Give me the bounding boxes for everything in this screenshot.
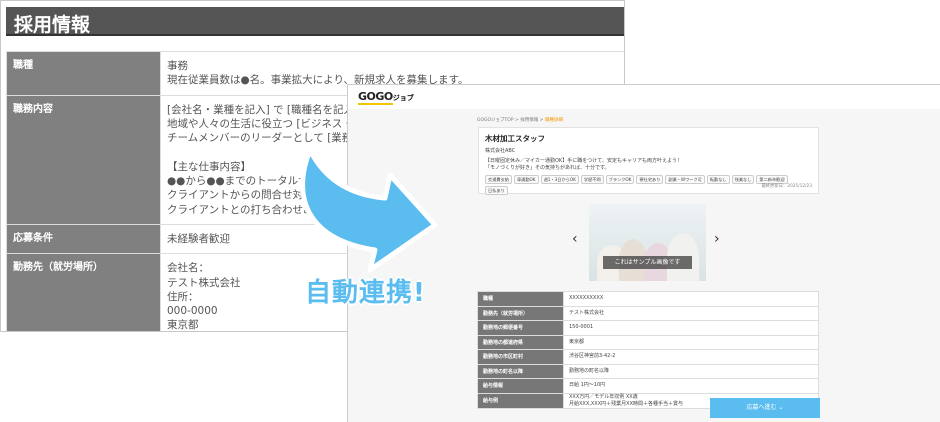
- job-tag: 交通費支給: [485, 175, 512, 184]
- row-label: 職種: [6, 51, 161, 96]
- job-title: 木材加工スタッフ: [485, 134, 545, 143]
- row-value: 150-0001: [563, 320, 819, 336]
- breadcrumb: GOGOジョブTOP > 採用情報 > 職種詳細: [477, 118, 563, 123]
- job-tag: 週1・3日からOK: [540, 175, 579, 184]
- apply-button[interactable]: 応募へ進む ⌄: [710, 398, 820, 418]
- photo-caption: これはサンプル画像です: [603, 256, 692, 269]
- row-value: 勤務地の町名以降: [563, 363, 819, 379]
- prev-image-button[interactable]: ‹: [572, 231, 578, 247]
- row-value: テスト株式会社: [563, 305, 819, 321]
- row-label: 勤務地の都道府県: [477, 334, 564, 350]
- company-name: 株式会社ABC: [485, 148, 516, 154]
- job-photo: これはサンプル画像です: [589, 204, 706, 281]
- row-label: 職種: [477, 291, 564, 307]
- crumb-top[interactable]: GOGOジョブTOP: [477, 118, 514, 123]
- job-tag: 残業なし: [731, 175, 755, 184]
- crumb-current: 職種詳細: [544, 118, 563, 123]
- job-description: 【日曜固定休み／マイカー通勤OK】手に職をつけて、安定もキャリアも両方叶えよう！…: [485, 158, 682, 171]
- updated-date: 最終更新日：2025/12/23: [761, 184, 812, 189]
- job-tag: 学歴不問: [580, 175, 604, 184]
- job-tag: 日払あり: [485, 186, 508, 195]
- row-label: 職務内容: [6, 94, 161, 225]
- logo-suffix: ジョブ: [392, 94, 414, 102]
- row-value: XXXXXXXXXX: [563, 291, 819, 307]
- row-value: 東京都: [563, 334, 819, 350]
- job-card: 木材加工スタッフ 株式会社ABC 【日曜固定休み／マイカー通勤OK】手に職をつけ…: [478, 127, 819, 195]
- row-label: 勤務先（就労場所）: [477, 305, 564, 321]
- table-row: 勤務地の市区町村 渋谷区神宮前3-42-2: [477, 349, 819, 365]
- table-row: 勤務地の郵便番号 150-0001: [477, 320, 819, 336]
- after-job-table: 職種 XXXXXXXXXX 勤務先（就労場所） テスト株式会社 勤務地の郵便番号 150-…: [477, 291, 819, 409]
- table-row: 勤務先（就労場所） テスト株式会社: [477, 305, 819, 321]
- site-header: GOGOジョブ: [348, 85, 940, 109]
- job-tag: 転勤なし: [706, 175, 730, 184]
- row-label: 給与情報: [477, 378, 564, 394]
- job-tag: 車通勤OK: [513, 175, 539, 184]
- row-label: 勤務地の市区町村: [477, 349, 564, 365]
- row-label: 勤務先（就労場所）: [6, 253, 161, 331]
- auto-sync-label: 自動連携!: [305, 278, 426, 308]
- crumb-jobs[interactable]: 採用情報: [520, 118, 538, 123]
- row-label: 応募条件: [6, 223, 161, 255]
- row-value: 渋谷区神宮前3-42-2: [563, 349, 819, 365]
- arrow-icon: [300, 147, 438, 273]
- job-tag: ブランクOK: [605, 175, 635, 184]
- logo[interactable]: GOGO: [358, 90, 393, 105]
- next-image-button[interactable]: ›: [714, 231, 720, 247]
- job-tag: 寮社宅あり: [636, 175, 664, 184]
- chevron-down-icon: ⌄: [778, 404, 784, 411]
- row-label: 給与例: [477, 392, 564, 409]
- table-row: 勤務地の町名以降 勤務地の町名以降: [477, 363, 819, 379]
- apply-label: 応募へ進む: [746, 404, 777, 411]
- table-row: 給与情報 日給 1円〜10円: [477, 378, 819, 394]
- row-value: 日給 1円〜10円: [563, 378, 819, 394]
- table-row: 勤務地の都道府県 東京都: [477, 334, 819, 350]
- job-tag: 副業・Wワーク可: [665, 175, 705, 184]
- row-label: 勤務地の郵便番号: [477, 320, 564, 336]
- row-label: 勤務地の町名以降: [477, 363, 564, 379]
- section-title: 採用情報: [6, 7, 624, 36]
- table-row: 職種 XXXXXXXXXX: [477, 291, 819, 307]
